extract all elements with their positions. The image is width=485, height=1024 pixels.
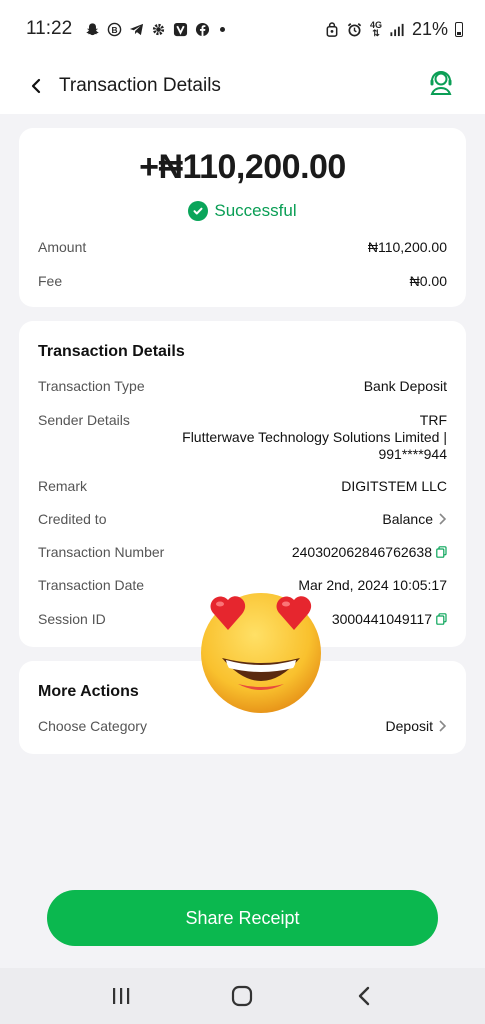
credited-to-value[interactable]: Balance bbox=[382, 511, 447, 527]
category-value[interactable]: Deposit bbox=[386, 718, 447, 734]
app-header: Transaction Details bbox=[0, 58, 485, 114]
sender-value: TRF Flutterwave Technology Solutions Lim… bbox=[182, 412, 447, 463]
facebook-icon bbox=[194, 21, 210, 37]
transaction-type-row: Transaction Type Bank Deposit bbox=[38, 378, 447, 394]
category-label: Choose Category bbox=[38, 718, 147, 734]
lock-bag-icon bbox=[324, 21, 340, 37]
svg-text:B: B bbox=[111, 24, 117, 34]
sender-line-1: TRF bbox=[419, 412, 447, 428]
alarm-icon bbox=[347, 21, 363, 37]
page-title: Transaction Details bbox=[59, 75, 221, 96]
battery-icon bbox=[455, 21, 463, 37]
credited-to-row[interactable]: Credited to Balance bbox=[38, 511, 447, 527]
network-type: 4G ⇅ bbox=[369, 20, 382, 38]
status-indicator: Successful bbox=[19, 201, 466, 221]
transaction-number-text: 240302062846762638 bbox=[291, 544, 432, 560]
transaction-type-value: Bank Deposit bbox=[363, 378, 447, 394]
details-title: Transaction Details bbox=[38, 343, 185, 360]
session-id-label: Session ID bbox=[38, 611, 106, 627]
vpn-v-icon bbox=[172, 21, 188, 37]
recent-apps-icon bbox=[112, 988, 130, 1004]
category-text: Deposit bbox=[385, 718, 433, 734]
credited-to-label: Credited to bbox=[38, 511, 107, 527]
home-icon bbox=[232, 985, 253, 1007]
fee-value: ₦0.00 bbox=[409, 273, 447, 289]
copy-icon[interactable] bbox=[436, 613, 447, 625]
fee-row: Fee ₦0.00 bbox=[38, 273, 447, 289]
status-bar: 11:22 B 4G ⇅ 21% bbox=[0, 0, 485, 58]
bold-b-circle-icon: B bbox=[106, 21, 122, 37]
telegram-icon bbox=[128, 21, 144, 37]
check-circle-icon bbox=[188, 201, 209, 221]
sender-row: Sender Details TRF Flutterwave Technolog… bbox=[38, 412, 447, 463]
transaction-number-label: Transaction Number bbox=[38, 544, 165, 560]
system-nav-bar bbox=[0, 968, 485, 1024]
chevron-left-icon bbox=[31, 78, 41, 94]
remark-row: Remark DIGITSTEM LLC bbox=[38, 478, 447, 494]
support-button[interactable] bbox=[425, 66, 457, 98]
summary-card: +₦110,200.00 Successful Amount ₦110,200.… bbox=[19, 128, 466, 307]
transaction-date-label: Transaction Date bbox=[38, 577, 145, 593]
notification-dot-icon bbox=[220, 26, 226, 32]
amount-value: ₦110,200.00 bbox=[367, 239, 447, 255]
sender-line-2: Flutterwave Technology Solutions Limited… bbox=[182, 429, 447, 445]
system-back-button[interactable] bbox=[344, 976, 384, 1016]
transaction-number-row: Transaction Number 240302062846762638 bbox=[38, 544, 447, 560]
heart-eyes-emoji-icon bbox=[201, 593, 321, 713]
session-id-text: 3000441049117 bbox=[331, 611, 432, 627]
signal-icon bbox=[389, 21, 405, 37]
back-button[interactable] bbox=[16, 66, 56, 106]
chevron-right-icon bbox=[437, 512, 447, 526]
home-button[interactable] bbox=[222, 976, 262, 1016]
transaction-amount: +₦110,200.00 bbox=[139, 148, 346, 186]
remark-value: DIGITSTEM LLC bbox=[341, 478, 447, 494]
share-receipt-button[interactable]: Share Receipt bbox=[47, 890, 438, 946]
copy-icon[interactable] bbox=[436, 546, 447, 558]
more-actions-title: More Actions bbox=[38, 683, 139, 700]
session-id-value: 3000441049117 bbox=[332, 611, 447, 627]
transaction-number-value: 240302062846762638 bbox=[292, 544, 447, 560]
sender-label: Sender Details bbox=[38, 412, 130, 428]
chevron-right-icon bbox=[437, 719, 447, 733]
status-text: Successful bbox=[214, 201, 297, 220]
fee-label: Fee bbox=[38, 273, 63, 289]
back-arrow-icon bbox=[358, 986, 370, 1006]
status-time: 11:22 bbox=[26, 18, 73, 39]
remark-label: Remark bbox=[38, 478, 88, 494]
amount-label: Amount bbox=[38, 239, 87, 255]
transaction-type-label: Transaction Type bbox=[38, 378, 145, 394]
recent-apps-button[interactable] bbox=[101, 976, 141, 1016]
headset-support-icon bbox=[430, 71, 452, 95]
snapchat-icon bbox=[84, 21, 100, 37]
sender-line-3: 991****944 bbox=[378, 446, 447, 462]
gear-icon bbox=[150, 21, 166, 37]
battery-percent: 21% bbox=[411, 18, 448, 39]
category-row[interactable]: Choose Category Deposit bbox=[38, 718, 447, 734]
credited-to-text: Balance bbox=[382, 511, 433, 527]
amount-row: Amount ₦110,200.00 bbox=[38, 239, 447, 255]
